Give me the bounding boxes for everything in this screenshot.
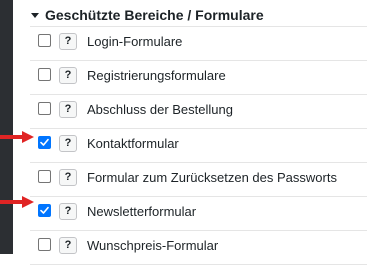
section-title: Geschützte Bereiche / Formulare: [45, 7, 264, 23]
section-header[interactable]: Geschützte Bereiche / Formulare: [31, 6, 264, 24]
checkbox-checked[interactable]: [38, 204, 51, 217]
checkbox[interactable]: [38, 170, 51, 183]
list-item-label: Wunschpreis-Formular: [87, 238, 219, 253]
list-item: ? Registrierungsformulare: [30, 61, 367, 95]
checkbox[interactable]: [38, 238, 51, 251]
help-button[interactable]: ?: [59, 169, 77, 186]
list-item-label: Formular zum Zurücksetzen des Passworts: [87, 170, 337, 185]
forms-settings-panel: Geschützte Bereiche / Formulare ? Login-…: [13, 0, 367, 265]
left-dark-strip: [0, 0, 13, 254]
list-item-label: Login-Formulare: [87, 34, 183, 49]
checkmark-icon: [40, 206, 49, 214]
forms-list: ? Login-Formulare ? Registrierungsformul…: [13, 27, 367, 265]
help-button[interactable]: ?: [59, 33, 77, 50]
help-button[interactable]: ?: [59, 135, 77, 152]
help-button[interactable]: ?: [59, 203, 77, 220]
help-button[interactable]: ?: [59, 237, 77, 254]
list-item: ? Formular zum Zurücksetzen des Passwort…: [30, 163, 367, 197]
checkbox-checked[interactable]: [38, 136, 51, 149]
list-item: ? Wunschpreis-Formular: [30, 231, 367, 265]
list-item-label: Abschluss der Bestellung: [87, 102, 233, 117]
list-item: ? Abschluss der Bestellung: [30, 95, 367, 129]
caret-down-icon: [31, 13, 39, 18]
list-item-label: Kontaktformular: [87, 136, 179, 151]
help-button[interactable]: ?: [59, 67, 77, 84]
red-arrow-icon: [0, 131, 34, 143]
checkbox[interactable]: [38, 102, 51, 115]
list-item: ? Kontaktformular: [30, 129, 367, 163]
red-arrow-icon: [0, 196, 34, 208]
list-item: ? Newsletterformular: [30, 197, 367, 231]
help-button[interactable]: ?: [59, 101, 77, 118]
checkbox[interactable]: [38, 68, 51, 81]
list-item: ? Login-Formulare: [30, 27, 367, 61]
list-item-label: Registrierungsformulare: [87, 68, 226, 83]
checkbox[interactable]: [38, 34, 51, 47]
list-item-label: Newsletterformular: [87, 204, 197, 219]
checkmark-icon: [40, 138, 49, 146]
